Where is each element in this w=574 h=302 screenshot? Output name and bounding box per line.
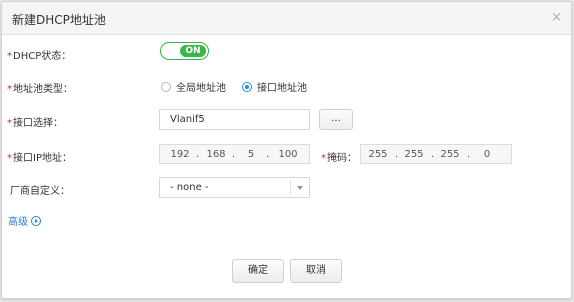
mask-input[interactable]: 255 . 255 . 255 . 0 <box>360 144 512 164</box>
dhcp-status-toggle[interactable]: ON <box>160 42 209 60</box>
vendor-select-value: - none - <box>170 182 209 193</box>
dhcp-status-label-text: DHCP状态： <box>13 51 72 62</box>
mask-label-text: 掩码： <box>327 153 357 164</box>
mask-label: *掩码： <box>321 149 357 164</box>
required-mark: * <box>7 84 12 95</box>
mask-octet: 255 <box>440 149 460 160</box>
mask-octet: 255 <box>404 149 424 160</box>
ip-dot: . <box>232 149 236 160</box>
play-circle-icon <box>31 215 41 226</box>
pool-type-label-text: 地址池类型： <box>13 84 73 95</box>
pool-type-row: *地址池类型： 全局地址池 接口地址池 <box>2 75 571 97</box>
required-mark: * <box>7 51 12 62</box>
ip-octet: 100 <box>278 149 298 160</box>
dialog-titlebar: 新建DHCP地址池 × <box>2 2 571 35</box>
ip-octet: 168 <box>206 149 226 160</box>
chevron-down-icon <box>297 186 303 190</box>
mask-dot: . <box>431 149 435 160</box>
ip-octet: 5 <box>247 149 255 160</box>
interface-ip-label: *接口IP地址： <box>7 149 72 164</box>
interface-browse-button[interactable]: ... <box>319 109 353 130</box>
advanced-label: 高级 <box>8 217 28 228</box>
select-divider <box>290 181 291 194</box>
radio-interface-pool[interactable]: 接口地址池 <box>242 79 307 94</box>
required-mark: * <box>7 118 12 129</box>
interface-ip-input[interactable]: 192 . 168 . 5 . 100 <box>159 144 310 164</box>
close-icon[interactable]: × <box>551 10 562 25</box>
radio-global-pool-label: 全局地址池 <box>176 83 226 94</box>
ip-dot: . <box>196 149 200 160</box>
dialog-title: 新建DHCP地址池 <box>12 13 106 27</box>
interface-label: *接口选择： <box>7 114 63 129</box>
interface-ip-label-text: 接口IP地址： <box>13 153 72 164</box>
vendor-select[interactable]: - none - <box>159 177 310 198</box>
dhcp-status-label: *DHCP状态： <box>7 47 71 62</box>
dhcp-status-row: *DHCP状态： ON <box>2 42 571 64</box>
radio-interface-pool-label: 接口地址池 <box>257 83 307 94</box>
vendor-row: 厂商自定义： - none - <box>2 177 571 199</box>
radio-global-pool[interactable]: 全局地址池 <box>161 79 226 94</box>
cancel-button[interactable]: 取消 <box>290 259 342 283</box>
mask-octet: 255 <box>368 149 388 160</box>
toggle-on-indicator: ON <box>180 45 206 57</box>
mask-octet: 0 <box>483 149 491 160</box>
dhcp-pool-dialog: 新建DHCP地址池 × *DHCP状态： ON *地址池类型： 全局地址池 接口… <box>1 1 572 299</box>
vendor-label: 厂商自定义： <box>10 186 70 197</box>
radio-checked-icon <box>242 81 252 92</box>
pool-type-label: *地址池类型： <box>7 80 73 95</box>
mask-dot: . <box>467 149 471 160</box>
interface-input[interactable]: Vlanif5 <box>159 109 310 130</box>
interface-row: *接口选择： Vlanif5 ... <box>2 109 571 131</box>
mask-dot: . <box>395 149 399 160</box>
ip-dot: . <box>266 149 270 160</box>
radio-unchecked-icon <box>161 81 171 92</box>
ip-row: *接口IP地址： 192 . 168 . 5 . 100 *掩码： 255 . … <box>2 144 571 166</box>
required-mark: * <box>321 153 326 164</box>
interface-label-text: 接口选择： <box>13 118 63 129</box>
required-mark: * <box>7 153 12 164</box>
confirm-button[interactable]: 确定 <box>232 259 284 283</box>
advanced-link[interactable]: 高级 <box>8 213 41 228</box>
ip-octet: 192 <box>170 149 190 160</box>
